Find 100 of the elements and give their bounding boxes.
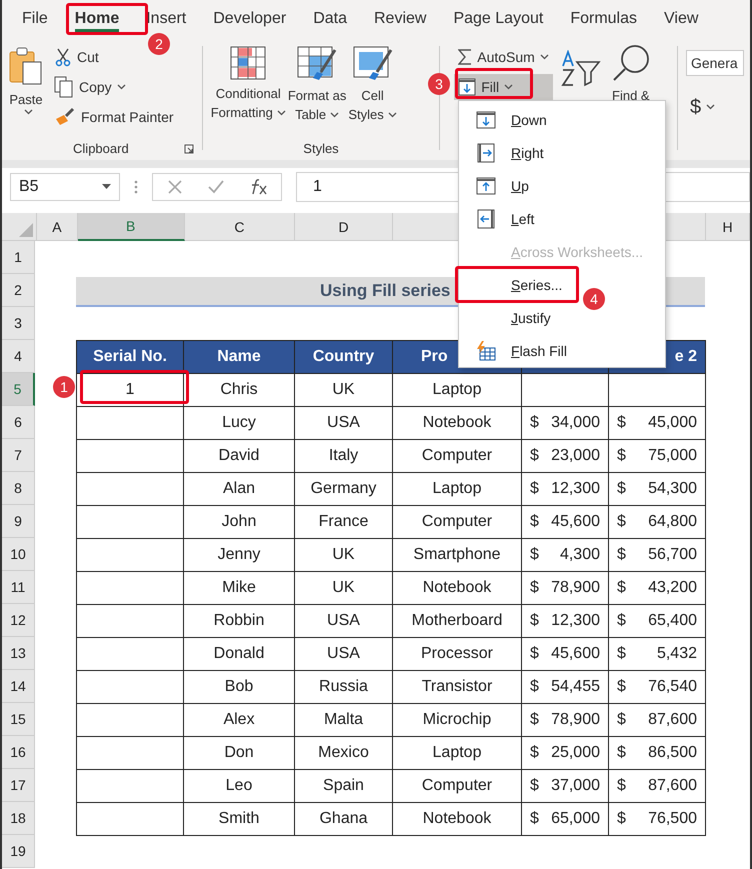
row-header[interactable]: 5 — [2, 373, 35, 406]
sort-filter-icon[interactable] — [558, 50, 601, 88]
autosum-button[interactable]: AutoSum — [454, 44, 553, 70]
column-header[interactable]: C — [184, 213, 296, 241]
column-heading: Country — [294, 340, 393, 374]
currency-sign: $ — [617, 777, 626, 795]
currency-sign: $ — [617, 447, 626, 465]
dialog-launcher-icon[interactable] — [184, 144, 194, 154]
row-header[interactable]: 16 — [2, 736, 35, 769]
ribbon-tab[interactable]: Formulas — [570, 6, 637, 32]
row-header[interactable]: 3 — [2, 307, 35, 340]
step-badge: 1 — [53, 376, 75, 398]
amount: 56,700 — [648, 546, 697, 564]
currency-sign: $ — [617, 678, 626, 696]
menu-item[interactable]: Series... — [459, 270, 570, 299]
row-header[interactable]: 12 — [2, 604, 35, 637]
number-format-field[interactable]: Genera — [686, 50, 744, 76]
amount: 45,600 — [551, 645, 600, 663]
row-header[interactable]: 8 — [2, 472, 35, 505]
amount: 76,540 — [648, 678, 697, 696]
select-all-icon[interactable] — [18, 223, 33, 237]
find-select-button[interactable]: Find & — [610, 42, 651, 105]
row-header[interactable]: 17 — [2, 769, 35, 802]
row-header[interactable]: 6 — [2, 406, 35, 439]
check-icon[interactable] — [207, 178, 225, 194]
menu-item[interactable]: Right — [459, 138, 552, 167]
ribbon-tab[interactable]: Data — [313, 6, 347, 32]
currency-sign: $ — [617, 579, 626, 597]
amount: 54,300 — [648, 480, 697, 498]
column-header[interactable]: B — [78, 213, 185, 241]
conditional-formatting-button[interactable]: Conditional Formatting — [210, 42, 286, 122]
ribbon-tab[interactable]: Insert — [146, 6, 186, 32]
row-header[interactable]: 9 — [2, 505, 35, 538]
sheet-title: Using Fill series — [320, 281, 450, 301]
column-header[interactable]: H — [705, 213, 750, 241]
ribbon-tab[interactable]: File — [22, 6, 48, 32]
currency-sign: $ — [530, 513, 539, 531]
chevron-down-icon — [706, 104, 716, 110]
currency-sign: $ — [617, 711, 626, 729]
currency-sign: $ — [530, 678, 539, 696]
amount: 78,900 — [551, 579, 600, 597]
column-header[interactable]: D — [295, 213, 393, 241]
copy-button[interactable]: Copy — [50, 74, 178, 100]
column-heading: Name — [183, 340, 295, 374]
currency-sign: $ — [530, 645, 539, 663]
amount: 45,600 — [551, 513, 600, 531]
menu-item[interactable]: Justify — [459, 303, 559, 332]
row-header[interactable]: 13 — [2, 637, 35, 670]
amount: 65,400 — [648, 612, 697, 630]
clipboard-icon — [8, 46, 44, 86]
amount: 34,000 — [551, 414, 600, 432]
currency-sign: $ — [617, 480, 626, 498]
amount: 4,300 — [560, 546, 600, 564]
row-header[interactable]: 11 — [2, 571, 35, 604]
ribbon-tab[interactable]: Page Layout — [453, 6, 544, 32]
cell-styles-button[interactable]: Cell Styles — [348, 42, 397, 124]
row-header[interactable]: 14 — [2, 670, 35, 703]
currency-sign: $ — [530, 579, 539, 597]
currency-sign: $ — [530, 414, 539, 432]
row-header[interactable]: 18 — [2, 802, 35, 835]
cell-brush-icon — [352, 46, 393, 82]
menu-item[interactable]: Left — [459, 204, 542, 233]
scissors-icon — [54, 47, 72, 67]
ribbon-tab[interactable]: Home — [74, 6, 120, 32]
group-label: Clipboard — [73, 140, 129, 156]
row-header[interactable]: 15 — [2, 703, 35, 736]
amount: 86,500 — [648, 744, 697, 762]
function-icon[interactable] — [249, 178, 269, 196]
amount: 12,300 — [551, 612, 600, 630]
amount: 64,800 — [648, 513, 697, 531]
amount: 45,000 — [648, 414, 697, 432]
currency-sign: $ — [530, 447, 539, 465]
row-header[interactable]: 1 — [2, 241, 35, 274]
row-header[interactable]: 7 — [2, 439, 35, 472]
format-as-table-button[interactable]: Format as Table — [288, 42, 346, 124]
currency-sign: $ — [530, 480, 539, 498]
menu-item[interactable]: Up — [459, 171, 537, 200]
row-header[interactable]: 2 — [2, 274, 35, 307]
ribbon-tab[interactable]: Review — [374, 6, 426, 32]
currency-sign: $ — [617, 612, 626, 630]
currency-sign: $ — [617, 645, 626, 663]
paste-button[interactable]: Paste — [8, 42, 44, 115]
chevron-down-icon — [116, 84, 126, 90]
chevron-down-icon — [330, 112, 340, 118]
format-painter-button[interactable]: Format Painter — [50, 104, 178, 130]
menu-item[interactable]: Down — [459, 105, 555, 134]
amount: 87,600 — [648, 777, 697, 795]
search-icon — [610, 44, 651, 82]
ribbon-tab[interactable]: Developer — [213, 6, 286, 32]
currency-button[interactable]: $ — [686, 94, 744, 120]
amount: 25,000 — [551, 744, 600, 762]
amount: 54,455 — [551, 678, 600, 696]
amount: 37,000 — [551, 777, 600, 795]
row-header[interactable]: 19 — [2, 835, 35, 868]
cancel-icon[interactable] — [167, 178, 183, 194]
currency-sign: $ — [530, 777, 539, 795]
name-box[interactable]: B5 — [10, 172, 120, 200]
row-header[interactable]: 10 — [2, 538, 35, 571]
drag-handle-icon[interactable] — [134, 178, 138, 194]
ribbon-tab[interactable]: View — [664, 6, 698, 32]
